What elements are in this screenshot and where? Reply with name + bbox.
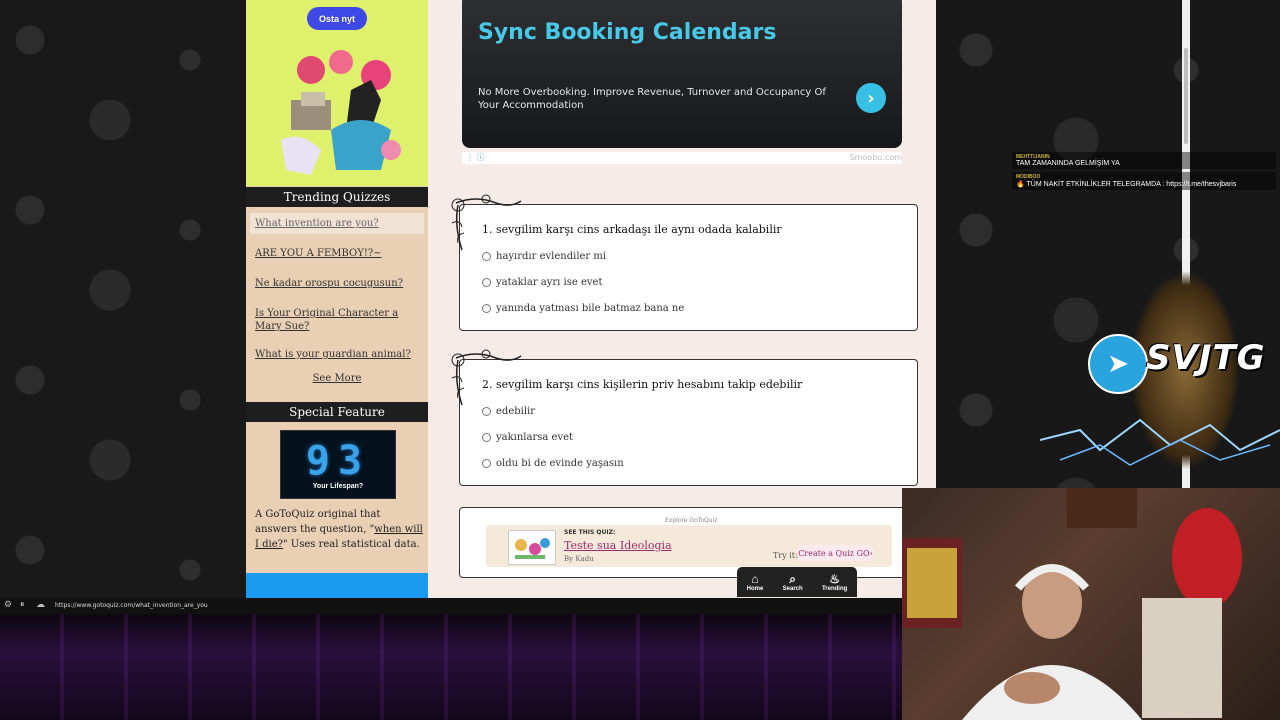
radio-button[interactable] [482, 433, 491, 442]
explore-inner: SEE THIS QUIZ: Teste sua Ideologia By Ka… [486, 525, 892, 567]
explore-label: Explore GoToQuiz [665, 517, 718, 524]
nav-trending[interactable]: ♨ Trending [821, 571, 848, 592]
sidebar-bottom-ad[interactable] [246, 573, 428, 598]
trending-item[interactable]: ARE YOU A FEMBOY!?~ [250, 243, 424, 264]
chat-message: MEHTTIJANIN TAM ZAMANINDA GELMİŞİM YA [1012, 152, 1276, 169]
trending-item[interactable]: Is Your Original Character a Mary Sue? [250, 303, 424, 337]
feature-caption: Your Lifespan? [312, 483, 364, 490]
answer-option[interactable]: yataklar ayrı ise evet [482, 277, 602, 288]
answer-option[interactable]: yakınlarsa evet [482, 432, 573, 443]
create-quiz-button[interactable]: Create a Quiz GO› [798, 545, 873, 561]
browser-status-bar: ⚙ ⏸ ☁ https://www.gotoquiz.com/what_inve… [0, 598, 902, 614]
promo-arrow-button[interactable]: › [856, 83, 886, 113]
chat-message: MODIBOO 🔥 TÜM NAKİT ETKİNLİKLER TELEGRAM… [1012, 172, 1276, 190]
nav-search[interactable]: ⌕ Search [782, 571, 803, 592]
left-background [0, 0, 246, 598]
chat-text: TAM ZAMANINDA GELMİŞİM YA [1016, 160, 1120, 167]
answer-label: yataklar ayrı ise evet [496, 277, 603, 288]
promo-title: Sync Booking Calendars [478, 20, 777, 45]
radio-button[interactable] [482, 459, 491, 468]
settings-icon[interactable]: ⚙ [4, 600, 12, 610]
chat-text: 🔥 TÜM NAKİT ETKİNLİKLER TELEGRAMDA : htt… [1016, 181, 1237, 188]
feature-text-after: " Uses real statistical data. [283, 539, 420, 550]
nav-label: Search [782, 585, 803, 592]
see-more-link[interactable]: See More [246, 373, 428, 384]
ad-info-icon[interactable]: ⋮ ⓘ [466, 152, 485, 163]
answer-label: edebilir [496, 406, 536, 417]
answer-option[interactable]: edebilir [482, 406, 535, 417]
question-card: 2. sevgilim karşı cins kişilerin priv he… [451, 349, 918, 486]
question-title: 1. sevgilim karşı cins arkadaşı ile aynı… [482, 223, 782, 236]
nav-home[interactable]: ⌂ Home [746, 571, 764, 592]
feature-number: 93 [305, 438, 371, 484]
promo-ad[interactable]: Sync Booking Calendars No More Overbooki… [462, 0, 902, 148]
sidebar-ad[interactable]: Osta nyt [246, 0, 428, 186]
lifespan-feature-image[interactable]: 93 Your Lifespan? [280, 430, 396, 499]
search-icon: ⌕ [789, 571, 797, 586]
quiz-content: Sync Booking Calendars No More Overbooki… [428, 0, 936, 488]
trending-list: What invention are you? ARE YOU A FEMBOY… [250, 213, 424, 365]
answer-label: hayırdır evlendiler mi [496, 251, 607, 262]
status-url: https://www.gotoquiz.com/what_invention_… [55, 602, 208, 609]
radio-button[interactable] [482, 407, 491, 416]
home-icon: ⌂ [751, 571, 759, 586]
ad-cta-button[interactable]: Osta nyt [307, 7, 367, 30]
question-title: 2. sevgilim karşı cins kişilerin priv he… [482, 378, 803, 391]
stream-chat: MEHTTIJANIN TAM ZAMANINDA GELMİŞİM YA MO… [1012, 152, 1276, 193]
feature-description: A GoToQuiz original that answers the que… [255, 507, 423, 552]
nav-label: Home [746, 585, 764, 592]
quiz-author: By Kadu [564, 555, 594, 563]
question-card: 1. sevgilim karşı cins arkadaşı ile aynı… [451, 194, 918, 331]
promo-brand[interactable]: Smoobu.com [850, 153, 902, 162]
trending-quizzes-heading: Trending Quizzes [246, 187, 428, 207]
answer-option[interactable]: hayırdır evlendiler mi [482, 251, 606, 262]
bottom-navigation: ⌂ Home ⌕ Search ♨ Trending [737, 567, 857, 597]
quiz-thumbnail[interactable] [508, 530, 556, 565]
flame-icon: ♨ [829, 571, 841, 586]
answer-label: oldu bi de evinde yaşasın [496, 458, 624, 469]
trending-item[interactable]: What invention are you? [250, 213, 424, 234]
sidebar: Osta nyt Trending Quizzes What invention… [246, 0, 428, 598]
nav-label: Trending [821, 585, 848, 592]
special-feature-heading: Special Feature [246, 402, 428, 422]
telegram-icon: ➤ [1088, 334, 1148, 394]
answer-label: yakınlarsa evet [496, 432, 574, 443]
trending-item[interactable]: Ne kadar orospu cocugusun? [250, 273, 424, 294]
scrollbar-thumb[interactable] [1184, 48, 1188, 144]
ad-artwork-image [281, 50, 401, 175]
brand-logo-text: SVJTG [1146, 338, 1266, 378]
answer-option[interactable]: oldu bi de evinde yaşasın [482, 458, 624, 469]
promo-footer: ⋮ ⓘ Smoobu.com [462, 152, 902, 164]
answer-label: yanında yatması bile batmaz bana ne [496, 303, 685, 314]
try-it-label: Try it: [773, 551, 798, 560]
featured-quiz-link[interactable]: Teste sua Ideologia [564, 539, 672, 552]
radio-button[interactable] [482, 278, 491, 287]
pause-icon[interactable]: ⏸ [20, 600, 25, 610]
radio-button[interactable] [482, 304, 491, 313]
feature-text-before: A GoToQuiz original that answers the que… [255, 509, 381, 535]
lightning-overlay-image [1040, 418, 1280, 466]
cloud-icon[interactable]: ☁ [36, 600, 45, 610]
see-this-label: SEE THIS QUIZ: [564, 529, 616, 536]
radio-button[interactable] [482, 252, 491, 261]
promo-text: No More Overbooking. Improve Revenue, Tu… [478, 87, 826, 111]
trending-item[interactable]: What is your guardian animal? [250, 344, 424, 365]
webcam-feed [902, 488, 1280, 720]
answer-option[interactable]: yanında yatması bile batmaz bana ne [482, 303, 684, 314]
stream-background [0, 614, 902, 720]
